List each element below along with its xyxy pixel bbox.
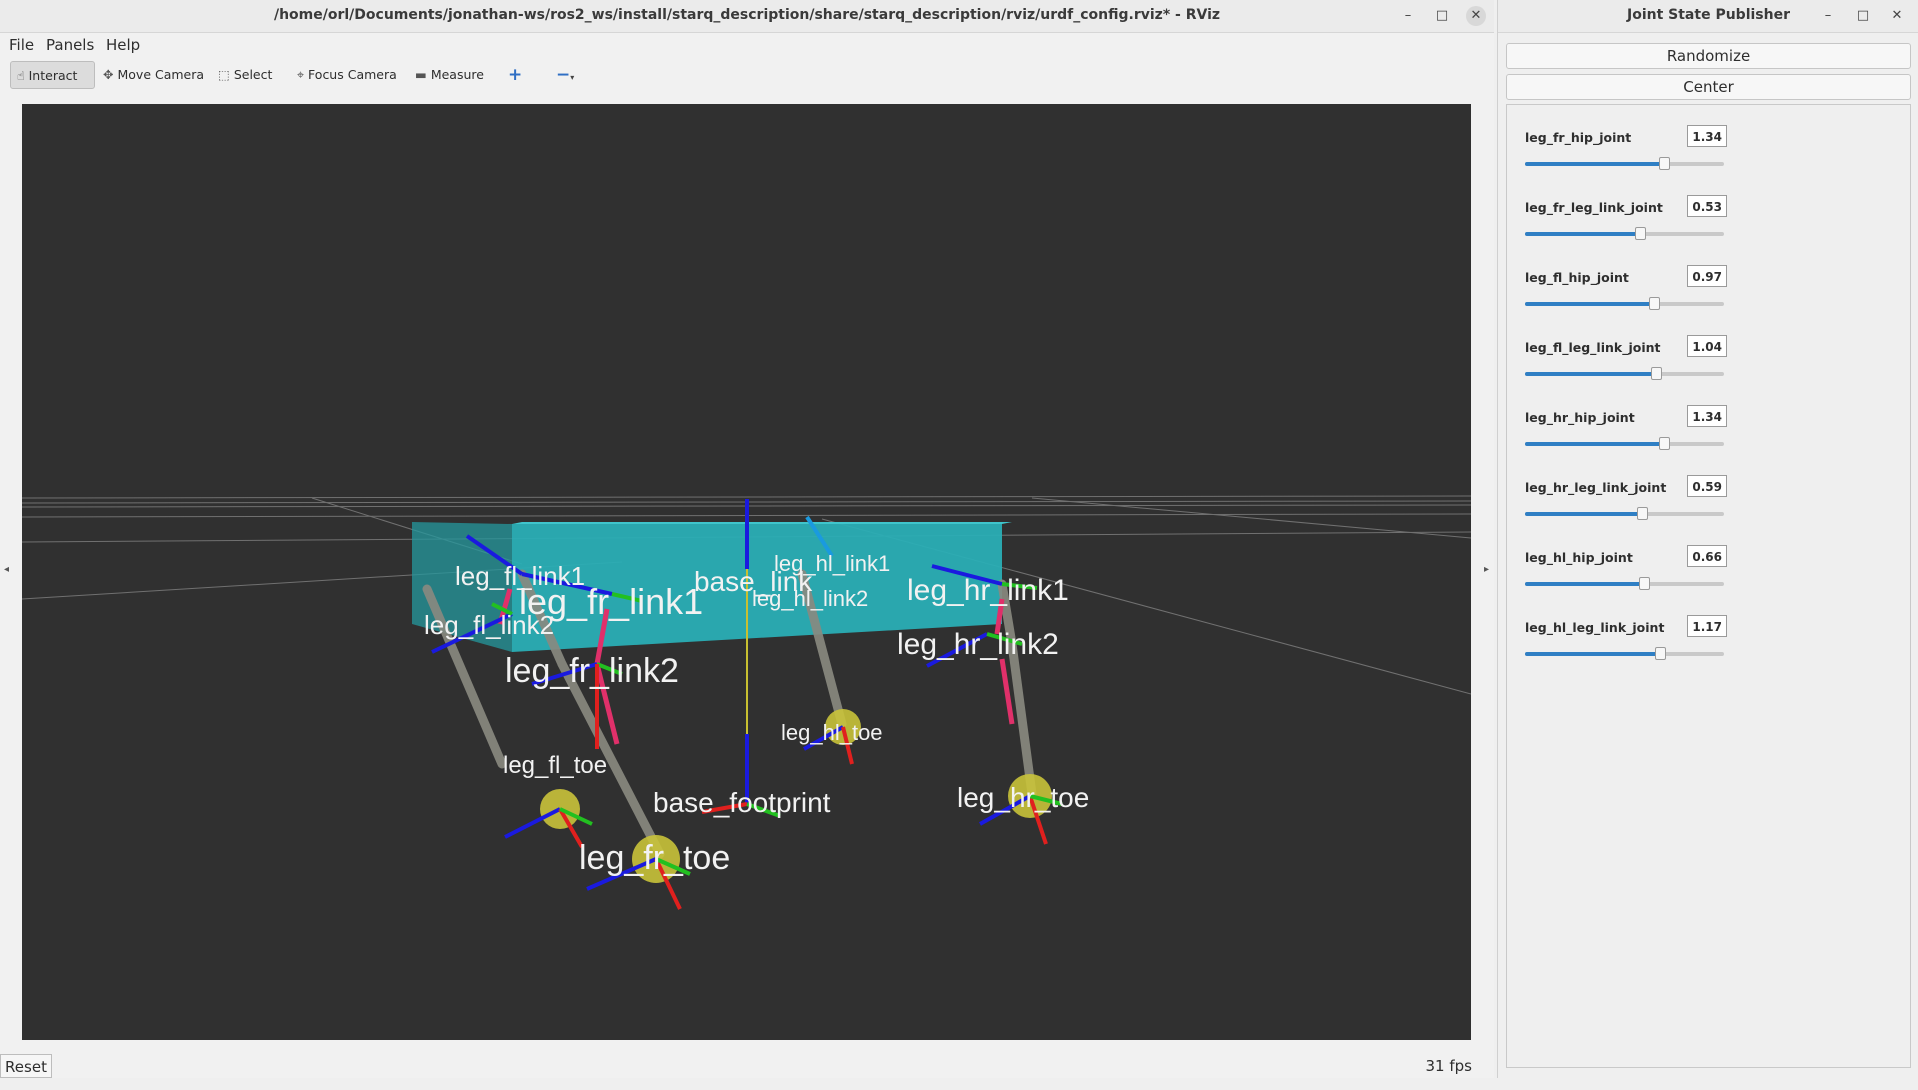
joint-row: leg_hl_hip_joint 0.66 — [1525, 545, 1735, 605]
interact-tool-button[interactable]: ☝ Interact — [10, 61, 95, 89]
joint-name: leg_fl_hip_joint — [1525, 270, 1629, 285]
joint-name: leg_fr_hip_joint — [1525, 130, 1632, 145]
minimize-icon[interactable]: – — [1818, 6, 1838, 26]
menu-panels[interactable]: Panels — [46, 36, 94, 54]
move-camera-tool-button[interactable]: ✥ Move Camera — [97, 61, 210, 89]
ruler-icon: ▬ — [415, 67, 427, 82]
slider-handle[interactable] — [1639, 577, 1651, 590]
slider-handle[interactable] — [1649, 297, 1661, 310]
minimize-icon[interactable]: – — [1398, 6, 1418, 26]
focus-camera-label: Focus Camera — [308, 67, 397, 82]
rviz-titlebar: /home/orl/Documents/jonathan-ws/ros2_ws/… — [0, 0, 1494, 33]
status-bar: Reset 31 fps — [0, 1049, 1494, 1078]
joint-row: leg_fr_hip_joint 1.34 — [1525, 125, 1735, 185]
joint-slider[interactable] — [1525, 647, 1724, 660]
window-title: /home/orl/Documents/jonathan-ws/ros2_ws/… — [273, 7, 1221, 23]
chevron-down-icon: ▾ — [570, 73, 575, 82]
joint-slider[interactable] — [1525, 507, 1724, 520]
select-box-icon: ⬚ — [218, 67, 230, 82]
joint-value-field[interactable]: 1.34 — [1687, 125, 1727, 147]
close-icon[interactable]: ✕ — [1887, 6, 1907, 26]
render-viewport[interactable]: leg_fl_link1 leg_fr_link1 base_link leg_… — [22, 104, 1471, 1040]
joint-row: leg_hr_hip_joint 1.34 — [1525, 405, 1735, 465]
joint-row: leg_fl_hip_joint 0.97 — [1525, 265, 1735, 325]
joint-slider-panel: leg_fr_hip_joint 1.34 leg_fr_leg_link_jo… — [1506, 104, 1911, 1068]
joint-slider[interactable] — [1525, 367, 1724, 380]
slider-handle[interactable] — [1655, 647, 1667, 660]
label-leg-fl-toe: leg_fl_toe — [503, 752, 607, 779]
joint-value-field[interactable]: 0.59 — [1687, 475, 1727, 497]
remove-tool-button[interactable]: −▾ — [550, 61, 580, 89]
joint-slider[interactable] — [1525, 157, 1724, 170]
joint-state-publisher-window: Joint State Publisher – □ ✕ Randomize Ce… — [1497, 0, 1918, 1078]
crosshair-icon: ⌖ — [297, 67, 305, 82]
select-tool-button[interactable]: ⬚ Select — [212, 61, 278, 89]
label-leg-hl-link1: leg_hl_link1 — [774, 551, 890, 576]
scene-3d[interactable]: leg_fl_link1 leg_fr_link1 base_link leg_… — [22, 104, 1471, 1040]
jsp-titlebar: Joint State Publisher – □ ✕ — [1498, 0, 1918, 33]
move-icon: ✥ — [103, 67, 114, 82]
measure-label: Measure — [430, 67, 484, 82]
joint-name: leg_fl_leg_link_joint — [1525, 340, 1661, 355]
joint-name: leg_hl_hip_joint — [1525, 550, 1633, 565]
label-leg-hl-link2: leg_hl_link2 — [752, 586, 868, 611]
slider-handle[interactable] — [1659, 437, 1671, 450]
slider-handle[interactable] — [1651, 367, 1663, 380]
joint-name: leg_hl_leg_link_joint — [1525, 620, 1665, 635]
collapse-left-icon[interactable]: ◂ — [4, 564, 9, 575]
reset-button[interactable]: Reset — [0, 1054, 52, 1078]
randomize-button[interactable]: Randomize — [1506, 43, 1911, 69]
label-leg-hr-link1: leg_hr_link1 — [907, 574, 1069, 607]
label-base-footprint: base_footprint — [653, 787, 831, 818]
label-leg-fl-link2: leg_fl_link2 — [424, 610, 554, 640]
label-leg-fr-link2: leg_fr_link2 — [505, 652, 679, 690]
joint-slider[interactable] — [1525, 227, 1724, 240]
joint-row: leg_hr_leg_link_joint 0.59 — [1525, 475, 1735, 535]
joint-row: leg_fl_leg_link_joint 1.04 — [1525, 335, 1735, 395]
label-leg-hl-toe: leg_hl_toe — [781, 720, 883, 745]
tools-toolbar: ☝ Interact ✥ Move Camera ⬚ Select ⌖ Focus Ca… — [0, 59, 1494, 91]
slider-handle[interactable] — [1659, 157, 1671, 170]
menu-file[interactable]: File — [9, 36, 34, 54]
label-leg-fr-toe: leg_fr_toe — [579, 839, 730, 877]
menu-help[interactable]: Help — [106, 36, 140, 54]
joint-name: leg_hr_hip_joint — [1525, 410, 1635, 425]
slider-handle[interactable] — [1635, 227, 1647, 240]
menu-bar: File Panels Help — [0, 33, 1494, 57]
joint-value-field[interactable]: 0.66 — [1687, 545, 1727, 567]
joint-value-field[interactable]: 0.97 — [1687, 265, 1727, 287]
joint-row: leg_hl_leg_link_joint 1.17 — [1525, 615, 1735, 675]
joint-slider[interactable] — [1525, 577, 1724, 590]
joint-value-field[interactable]: 1.34 — [1687, 405, 1727, 427]
hand-cursor-icon: ☝ — [17, 68, 25, 83]
move-camera-label: Move Camera — [117, 67, 205, 82]
add-tool-button[interactable]: + — [502, 61, 528, 89]
rviz-window: /home/orl/Documents/jonathan-ws/ros2_ws/… — [0, 0, 1494, 1078]
center-button[interactable]: Center — [1506, 74, 1911, 100]
plus-icon: + — [508, 65, 523, 85]
joint-slider[interactable] — [1525, 297, 1724, 310]
select-label: Select — [233, 67, 273, 82]
measure-tool-button[interactable]: ▬ Measure — [409, 61, 490, 89]
minus-icon: − — [556, 65, 571, 85]
joint-slider[interactable] — [1525, 437, 1724, 450]
joint-value-field[interactable]: 1.04 — [1687, 335, 1727, 357]
label-leg-hr-link2: leg_hr_link2 — [897, 628, 1059, 661]
label-leg-hr-toe: leg_hr_toe — [957, 782, 1089, 813]
focus-camera-tool-button[interactable]: ⌖ Focus Camera — [291, 61, 403, 89]
maximize-icon[interactable]: □ — [1432, 6, 1452, 26]
slider-handle[interactable] — [1637, 507, 1649, 520]
joint-name: leg_hr_leg_link_joint — [1525, 480, 1667, 495]
joint-value-field[interactable]: 1.17 — [1687, 615, 1727, 637]
fps-readout: 31 fps — [1425, 1057, 1472, 1075]
joint-value-field[interactable]: 0.53 — [1687, 195, 1727, 217]
collapse-right-icon[interactable]: ▸ — [1484, 564, 1489, 575]
joint-row: leg_fr_leg_link_joint 0.53 — [1525, 195, 1735, 255]
joint-name: leg_fr_leg_link_joint — [1525, 200, 1663, 215]
interact-label: Interact — [28, 68, 78, 83]
close-icon[interactable]: ✕ — [1466, 6, 1486, 26]
maximize-icon[interactable]: □ — [1853, 6, 1873, 26]
